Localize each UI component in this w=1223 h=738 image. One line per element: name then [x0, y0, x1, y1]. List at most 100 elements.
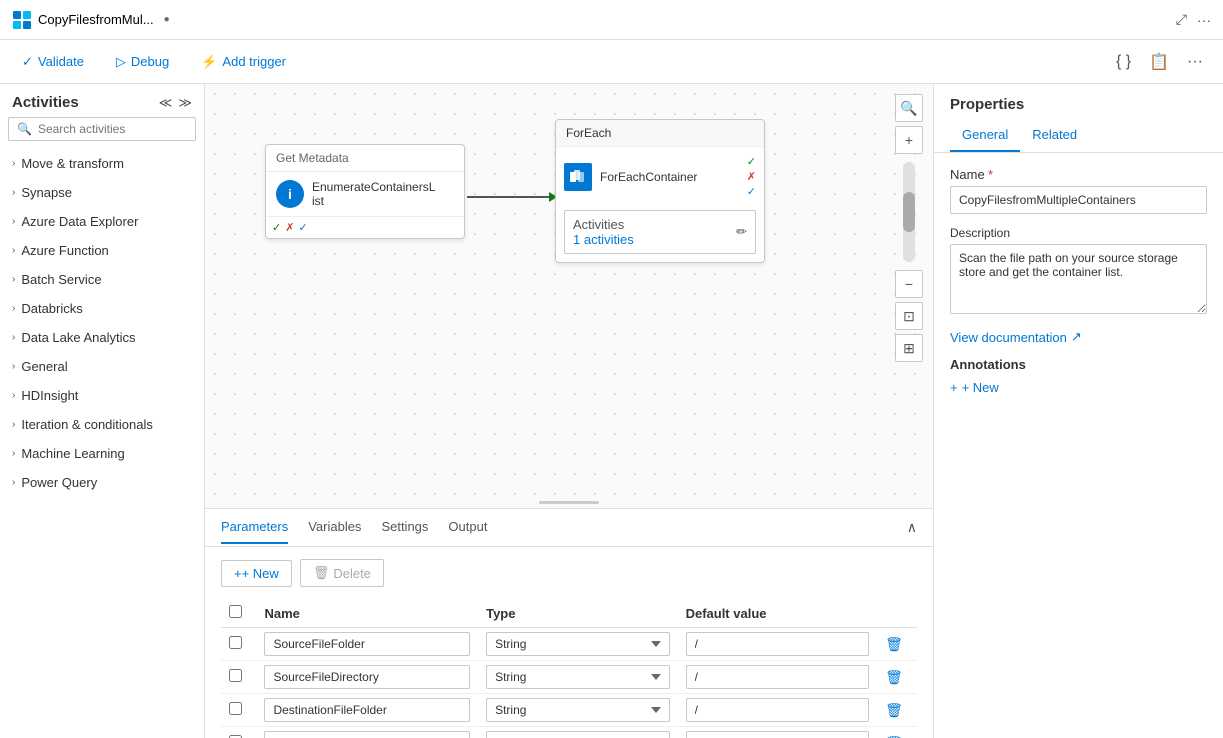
param-name-input-3[interactable]	[264, 731, 470, 738]
param-type-select-1[interactable]: StringIntFloatBoolArrayObjectSecureStrin…	[486, 665, 669, 689]
row-checkbox-0[interactable]	[229, 636, 242, 649]
param-type-select-0[interactable]: StringIntFloatBoolArrayObjectSecureStrin…	[486, 632, 669, 656]
param-default-input-2[interactable]	[686, 698, 869, 722]
select-all-checkbox[interactable]	[229, 605, 242, 618]
debug-button[interactable]: ▷ Debug	[110, 50, 175, 74]
code-view-button[interactable]: { }	[1112, 49, 1135, 75]
success-check-icon[interactable]: ✓	[272, 221, 281, 234]
canvas-resize-handle[interactable]	[539, 501, 599, 504]
new-parameter-button[interactable]: + + New	[221, 560, 292, 587]
chevron-icon: ›	[12, 187, 15, 198]
description-field-textarea[interactable]	[950, 244, 1207, 314]
param-default-input-0[interactable]	[686, 632, 869, 656]
sidebar-item-general[interactable]: › General	[0, 352, 204, 381]
collapse-panel-button[interactable]: ∧	[907, 519, 917, 536]
node-get-metadata[interactable]: Get Metadata i EnumerateContainersList ✓…	[265, 144, 465, 239]
row-checkbox-1[interactable]	[229, 669, 242, 682]
sidebar-item-hdinsight[interactable]: › HDInsight	[0, 381, 204, 410]
table-row: StringIntFloatBoolArrayObjectSecureStrin…	[221, 628, 917, 661]
sidebar-item-batch-service[interactable]: › Batch Service	[0, 265, 204, 294]
param-delete-icon-2[interactable]: 🗑	[885, 702, 903, 718]
properties-button[interactable]: 📋	[1145, 48, 1173, 76]
sidebar-item-label: Batch Service	[21, 272, 101, 287]
param-name-input-1[interactable]	[264, 665, 470, 689]
validate-button[interactable]: ✓ Validate	[16, 50, 90, 74]
foreach-activities-section[interactable]: Activities 1 activities ✏	[564, 210, 756, 254]
fit-screen-button[interactable]: ⊡	[895, 302, 923, 330]
node-foreach-header: ForEach	[556, 120, 764, 147]
bottom-panel: Parameters Variables Settings Output ∧ +…	[205, 508, 933, 738]
add-trigger-button[interactable]: ⚡ Add trigger	[195, 50, 292, 74]
node-info-icon: i	[276, 180, 304, 208]
sidebar-item-label: Iteration & conditionals	[21, 417, 153, 432]
more-options-icon[interactable]: ···	[1197, 12, 1211, 28]
chevron-icon: ›	[12, 216, 15, 227]
sidebar-item-machine-learning[interactable]: › Machine Learning	[0, 439, 204, 468]
search-box[interactable]: 🔍	[8, 117, 196, 141]
param-default-input-3[interactable]	[686, 731, 869, 738]
expand-icon[interactable]: ≫	[178, 95, 192, 111]
col-header-default: Default value	[678, 599, 877, 628]
tab-output[interactable]: Output	[448, 511, 487, 544]
param-name-input-0[interactable]	[264, 632, 470, 656]
more-button[interactable]: ···	[1183, 49, 1207, 75]
tab-parameters[interactable]: Parameters	[221, 511, 288, 544]
sidebar-item-azure-function[interactable]: › Azure Function	[0, 236, 204, 265]
sidebar-item-power-query[interactable]: › Power Query	[0, 468, 204, 497]
properties-body: Name * Description View documentation ↗ …	[934, 153, 1223, 738]
expand-icon[interactable]: ⤢	[1176, 11, 1187, 28]
node-foreach[interactable]: ForEach ForEachContainer ✓ ✗ ✓	[555, 119, 765, 263]
param-delete-icon-3[interactable]: 🗑	[885, 735, 903, 738]
sidebar-item-databricks[interactable]: › Databricks	[0, 294, 204, 323]
param-name-input-2[interactable]	[264, 698, 470, 722]
node-get-metadata-body: i EnumerateContainersList	[266, 172, 464, 216]
view-documentation-link[interactable]: View documentation ↗	[950, 329, 1207, 345]
table-row: StringIntFloatBoolArrayObjectSecureStrin…	[221, 661, 917, 694]
chevron-icon: ›	[12, 245, 15, 256]
chevron-icon: ›	[12, 419, 15, 430]
delete-parameter-button[interactable]: 🗑 Delete	[300, 559, 384, 587]
foreach-fail-icon[interactable]: ✗	[747, 170, 756, 183]
chevron-icon: ›	[12, 448, 15, 459]
top-bar-actions: ⤢ ···	[1176, 11, 1211, 28]
search-input[interactable]	[38, 122, 193, 136]
sidebar-item-move-transform[interactable]: › Move & transform	[0, 149, 204, 178]
tab-settings[interactable]: Settings	[381, 511, 428, 544]
foreach-complete-icon[interactable]: ✓	[747, 185, 756, 198]
sidebar-item-azure-data-explorer[interactable]: › Azure Data Explorer	[0, 207, 204, 236]
tab-close-button[interactable]: ●	[164, 14, 170, 25]
canvas-main[interactable]: Get Metadata i EnumerateContainersList ✓…	[205, 84, 933, 508]
annotations-section: Annotations + + New	[950, 357, 1207, 395]
tab-general[interactable]: General	[950, 119, 1020, 152]
zoom-out-button[interactable]: −	[895, 270, 923, 298]
collapse-icon[interactable]: ≪	[159, 95, 173, 111]
foreach-success-icon[interactable]: ✓	[747, 155, 756, 168]
edit-pencil-icon[interactable]: ✏	[736, 224, 747, 240]
tab-label: CopyFilesfromMul...	[38, 12, 154, 27]
sidebar-item-synapse[interactable]: › Synapse	[0, 178, 204, 207]
sidebar-item-data-lake-analytics[interactable]: › Data Lake Analytics	[0, 323, 204, 352]
layout-button[interactable]: ⊞	[895, 334, 923, 362]
bottom-toolbar: + + New 🗑 Delete	[221, 559, 917, 587]
param-type-select-2[interactable]: StringIntFloatBoolArrayObjectSecureStrin…	[486, 698, 669, 722]
add-annotation-button[interactable]: + + New	[950, 380, 1207, 395]
zoom-in-button[interactable]: +	[895, 126, 923, 154]
sidebar-item-iteration-conditionals[interactable]: › Iteration & conditionals	[0, 410, 204, 439]
bottom-tabs: Parameters Variables Settings Output ∧	[205, 509, 933, 547]
row-checkbox-2[interactable]	[229, 702, 242, 715]
param-delete-icon-1[interactable]: 🗑	[885, 669, 903, 685]
connector-arrow	[467, 196, 555, 198]
name-field-input[interactable]	[950, 186, 1207, 214]
canvas-right-toolbar: 🔍 + − ⊡ ⊞	[895, 94, 923, 362]
param-type-select-3[interactable]: StringIntFloatBoolArrayObjectSecureStrin…	[486, 731, 669, 738]
search-canvas-button[interactable]: 🔍	[895, 94, 923, 122]
param-default-input-1[interactable]	[686, 665, 869, 689]
param-delete-icon-0[interactable]: 🗑	[885, 636, 903, 652]
tab-related[interactable]: Related	[1020, 119, 1089, 152]
properties-title: Properties	[934, 84, 1223, 113]
sidebar-item-label: Power Query	[21, 475, 97, 490]
fail-cross-icon[interactable]: ✗	[285, 221, 294, 234]
bottom-content: + + New 🗑 Delete Name Type Defa	[205, 547, 933, 738]
complete-check-icon[interactable]: ✓	[298, 221, 307, 234]
tab-variables[interactable]: Variables	[308, 511, 361, 544]
